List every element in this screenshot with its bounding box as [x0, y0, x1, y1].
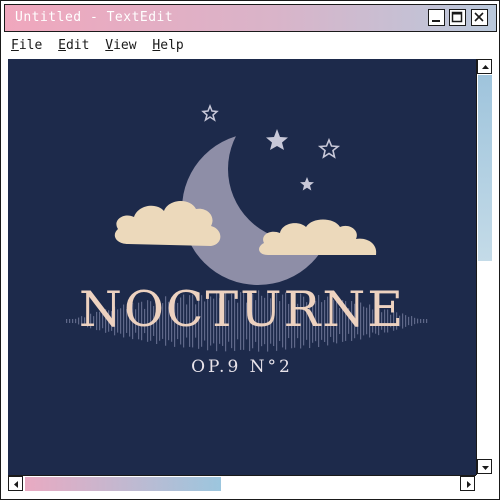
menu-file[interactable]: File [11, 38, 42, 53]
minimize-icon [432, 20, 440, 22]
app-window: Untitled - TextEdit File Edit View Help [0, 0, 500, 500]
scroll-left-button[interactable] [8, 476, 23, 491]
document-canvas[interactable]: NOCTURNE OP.9 N°2 [8, 59, 476, 475]
close-icon [474, 12, 484, 22]
star-icon [201, 103, 219, 122]
scrollbar-corner [476, 475, 493, 492]
vertical-scroll-thumb[interactable] [478, 75, 492, 261]
artwork-title: NOCTURNE [78, 281, 406, 338]
maximize-button[interactable] [449, 9, 466, 26]
arrow-left-icon [14, 481, 18, 488]
artwork [66, 103, 428, 352]
horizontal-scrollbar[interactable] [8, 475, 476, 492]
arrow-right-icon [467, 481, 471, 488]
scroll-down-button[interactable] [477, 459, 492, 474]
arrow-down-icon [482, 466, 489, 470]
vertical-scrollbar[interactable] [476, 59, 493, 475]
crescent-moon-icon [182, 133, 334, 285]
window-title: Untitled - TextEdit [15, 10, 174, 25]
star-icon [317, 137, 341, 159]
title-bar[interactable]: Untitled - TextEdit [4, 4, 497, 32]
maximize-icon [451, 11, 463, 23]
close-button[interactable] [471, 9, 488, 26]
artwork-subtitle: OP.9 N°2 [191, 357, 293, 377]
minimize-button[interactable] [428, 9, 445, 26]
menu-help[interactable]: Help [152, 38, 183, 53]
scroll-right-button[interactable] [460, 476, 475, 491]
arrow-up-icon [482, 65, 489, 69]
menu-bar: File Edit View Help [11, 38, 192, 53]
horizontal-scroll-thumb[interactable] [25, 477, 221, 491]
menu-view[interactable]: View [105, 38, 136, 53]
menu-edit[interactable]: Edit [58, 38, 89, 53]
scroll-up-button[interactable] [477, 59, 492, 74]
